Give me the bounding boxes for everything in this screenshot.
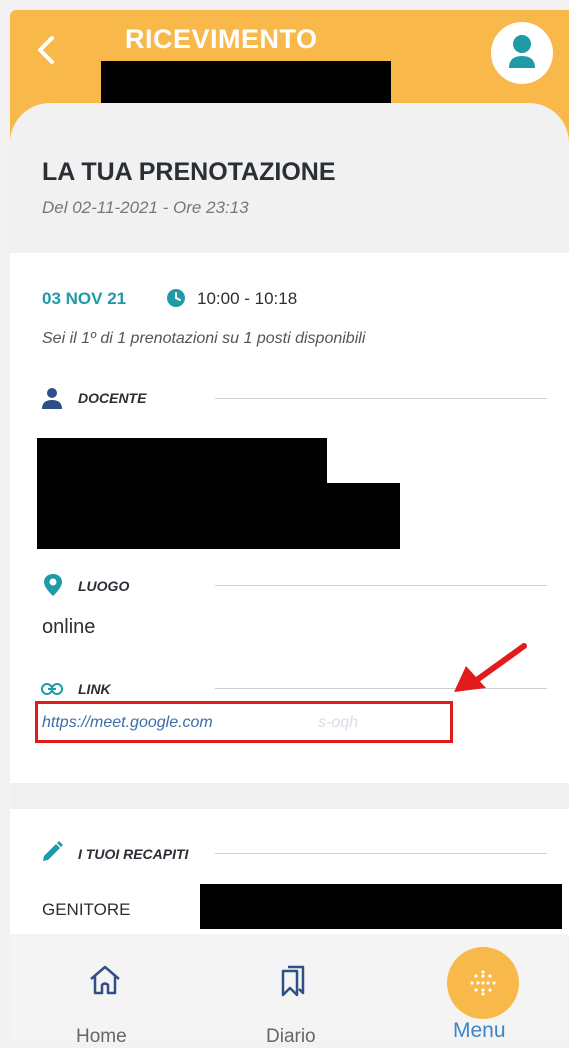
redacted-genitore	[200, 884, 562, 929]
nav-menu-label: Menu	[453, 1019, 506, 1042]
page-title: RICEVIMENTO	[125, 24, 318, 54]
divider	[215, 585, 547, 586]
link-icon	[41, 683, 63, 695]
booking-time: 10:00 - 10:18	[197, 289, 298, 308]
genitore-label: GENITORE	[42, 900, 131, 919]
redacted-docente-detail	[37, 483, 400, 549]
annotation-arrow-icon	[454, 643, 527, 692]
luogo-value: online	[42, 616, 96, 638]
section-gap	[10, 783, 569, 809]
redacted-name	[101, 61, 391, 105]
booking-position-note: Sei il 1º di 1 prenotazioni su 1 posti d…	[42, 330, 366, 347]
bookmarks-icon	[281, 965, 305, 997]
docente-label: DOCENTE	[78, 390, 147, 406]
luogo-label: LUOGO	[78, 578, 130, 594]
recapiti-label: I TUOI RECAPITI	[78, 846, 189, 862]
redacted-docente	[37, 438, 327, 483]
booking-created: Del 02-11-2021 - Ore 23:13	[42, 198, 249, 217]
location-pin-icon	[44, 574, 62, 596]
nav-home[interactable]: Home	[55, 950, 155, 1047]
meeting-link-suffix: s-oqh	[318, 714, 359, 731]
person-icon	[42, 388, 62, 409]
menu-button[interactable]	[447, 947, 519, 1019]
user-icon	[509, 35, 535, 68]
divider	[215, 853, 547, 854]
nav-home-label: Home	[76, 1026, 127, 1047]
booking-heading: LA TUA PRENOTAZIONE	[42, 158, 336, 186]
dots-grid-icon	[470, 970, 496, 996]
pencil-icon	[43, 841, 63, 861]
link-label: LINK	[78, 681, 111, 697]
back-arrow-icon[interactable]	[30, 32, 66, 68]
nav-diario[interactable]: Diario	[243, 950, 343, 1047]
nav-diario-label: Diario	[266, 1026, 316, 1047]
clock-icon	[167, 289, 185, 307]
booking-date: 03 NOV 21	[42, 289, 127, 308]
profile-avatar[interactable]	[491, 22, 553, 84]
home-icon	[90, 965, 120, 995]
meeting-link[interactable]: https://meet.google.com	[42, 714, 213, 732]
divider	[215, 398, 547, 399]
nav-menu[interactable]: Menu	[433, 944, 533, 1042]
